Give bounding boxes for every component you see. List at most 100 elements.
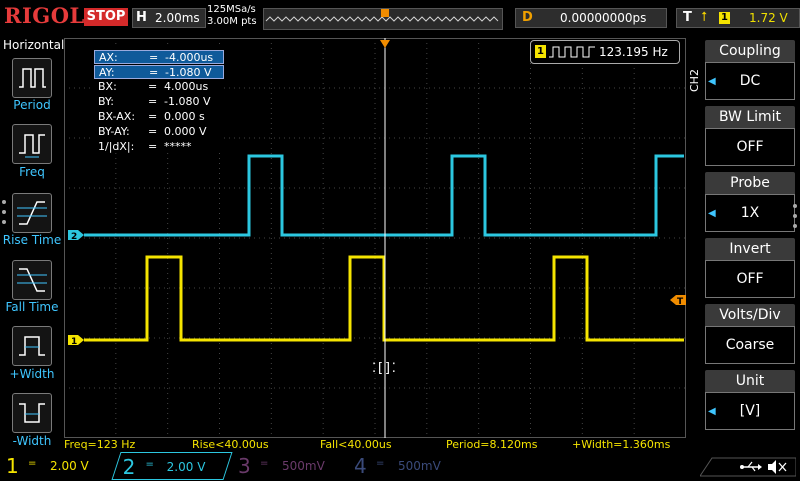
rising-edge-icon: ⭡ xyxy=(701,10,708,25)
freq-button[interactable] xyxy=(12,124,52,164)
channel-4-status[interactable]: 4 = 500mV xyxy=(348,452,460,480)
positive-width-icon xyxy=(19,336,45,356)
channel-3-status[interactable]: 3 = 500mV xyxy=(232,452,344,480)
measurement-fall[interactable]: Fall<40.00us xyxy=(320,438,392,452)
sample-rate: 125MSa/s xyxy=(207,4,256,15)
cursor-eq: = xyxy=(148,80,158,93)
channel-number: 1 xyxy=(6,454,19,478)
freq-label: Freq xyxy=(19,165,45,179)
channel-number: 4 xyxy=(354,454,367,478)
period-button[interactable] xyxy=(12,58,52,98)
left-arrow-icon: ◀ xyxy=(708,208,716,219)
cursor-eq: = xyxy=(149,51,159,64)
trigger-marker-label: T xyxy=(677,297,684,307)
cursor-key: BY-AY: xyxy=(98,125,130,138)
page-dot xyxy=(793,214,797,218)
volts-per-div: 2.00 V xyxy=(50,459,89,473)
left-arrow-icon: ◀ xyxy=(708,406,716,417)
bw-limit-title: BW Limit xyxy=(705,106,795,128)
coupling-symbol: = xyxy=(145,459,154,470)
period-label: Period xyxy=(13,98,51,112)
freq-counter-value: 123.195 Hz xyxy=(599,45,668,59)
fall-time-label: Fall Time xyxy=(5,300,59,314)
speaker-muted-icon xyxy=(768,460,787,474)
channel-2-status[interactable]: 2 = 2.00 V xyxy=(111,452,233,480)
cursor-row: BX: = 4.000us xyxy=(94,80,224,94)
coupling-title: Coupling xyxy=(705,40,795,62)
measurement-bar: Freq=123 Hz Rise<40.00us Fall<40.00us Pe… xyxy=(64,438,686,452)
trigger-position-marker xyxy=(381,9,389,17)
brand-logo: RIGOL xyxy=(4,3,85,28)
cursor-key: BY: xyxy=(98,95,114,108)
fall-time-icon xyxy=(17,268,47,292)
timebase-label: H xyxy=(136,10,147,25)
delay-box[interactable]: D 0.00000000ps xyxy=(515,8,667,28)
trigger-level: 1.72 V xyxy=(749,11,788,25)
cursor-value: -1.080 V xyxy=(165,66,212,79)
page-dot xyxy=(793,204,797,208)
frequency-counter-badge[interactable]: 1 123.195 Hz xyxy=(530,40,680,64)
probe-value[interactable]: 1X xyxy=(705,194,795,232)
unit-value[interactable]: [V] xyxy=(705,392,795,430)
volts-div-title: Volts/Div xyxy=(705,304,795,326)
ch1-trace xyxy=(84,255,684,342)
cursor-key: BX: xyxy=(98,80,117,93)
memory-depth: 3.00M pts xyxy=(207,16,257,27)
cursor-row: 1/|dX|: = ***** xyxy=(94,140,224,154)
positive-width-label: +Width xyxy=(9,367,55,381)
coupling-symbol: = xyxy=(260,458,269,469)
cursor-key: 1/|dX|: xyxy=(98,140,135,153)
cursor-eq: = xyxy=(149,66,159,79)
cursor-row: AX: = -4.000us xyxy=(94,50,224,64)
negative-width-button[interactable] xyxy=(12,393,52,433)
trigger-time-marker xyxy=(380,40,390,48)
ch2-marker-label: 2 xyxy=(71,232,77,242)
negative-width-label: -Width xyxy=(12,434,52,448)
volts-per-div: 500mV xyxy=(282,459,325,473)
left-arrow-icon: ◀ xyxy=(708,76,716,87)
rise-time-label: Rise Time xyxy=(2,233,62,247)
cursor-eq: = xyxy=(148,95,158,108)
cursor-row: BX-AX: = 0.000 s xyxy=(94,110,224,124)
trigger-box[interactable]: T ⭡ 1 1.72 V xyxy=(676,8,800,28)
rise-time-icon xyxy=(17,201,47,225)
cursor-value: 0.000 V xyxy=(164,125,207,138)
bw-limit-value[interactable]: OFF xyxy=(705,128,795,166)
run-stop-indicator[interactable]: STOP xyxy=(84,8,128,26)
memory-waveform-overview[interactable] xyxy=(263,8,503,30)
top-status-bar: RIGOL STOP H 2.00ms 125MSa/s 3.00M pts D… xyxy=(0,0,800,36)
channel-1-status[interactable]: 1 = 2.00 V xyxy=(0,452,112,480)
invert-value[interactable]: OFF xyxy=(705,260,795,298)
cursor-crosshair-icon: ⁚[]⁚ xyxy=(372,361,396,376)
ch1-marker-label: 1 xyxy=(71,337,77,347)
volts-div-value[interactable]: Coarse xyxy=(705,326,795,364)
measurement-freq[interactable]: Freq=123 Hz xyxy=(64,438,135,452)
coupling-value[interactable]: DC xyxy=(705,62,795,100)
page-dot xyxy=(793,224,797,228)
memory-overview-graphic xyxy=(265,9,499,22)
measurement-pos-width[interactable]: +Width=1.360ms xyxy=(572,438,670,452)
positive-width-button[interactable] xyxy=(12,326,52,366)
cursor-row: BY: = -1.080 V xyxy=(94,95,224,109)
coupling-symbol: = xyxy=(28,458,37,469)
cursor-readout-panel: AX: = -4.000us AY: = -1.080 V BX: = 4.00… xyxy=(94,48,224,154)
cursor-eq: = xyxy=(148,140,158,153)
period-icon xyxy=(19,68,46,88)
cursor-value: 0.000 s xyxy=(164,110,205,123)
trigger-source: 1 xyxy=(719,12,730,24)
usb-icon xyxy=(740,461,762,472)
measurement-rise[interactable]: Rise<40.00us xyxy=(192,438,269,452)
coupling-symbol: = xyxy=(376,458,385,469)
cursor-row: BY-AY: = 0.000 V xyxy=(94,125,224,139)
freq-icon xyxy=(19,134,45,158)
fall-time-button[interactable] xyxy=(12,260,52,300)
timebase-box[interactable]: H 2.00ms xyxy=(132,8,206,28)
probe-title: Probe xyxy=(705,172,795,194)
square-wave-icon xyxy=(549,46,595,58)
ch2-trace xyxy=(84,154,684,237)
cursor-key: AY: xyxy=(99,66,115,79)
measurement-period[interactable]: Period=8.120ms xyxy=(446,438,537,452)
cursor-eq: = xyxy=(148,125,158,138)
freq-channel-tag: 1 xyxy=(535,45,546,58)
rise-time-button[interactable] xyxy=(12,193,52,233)
